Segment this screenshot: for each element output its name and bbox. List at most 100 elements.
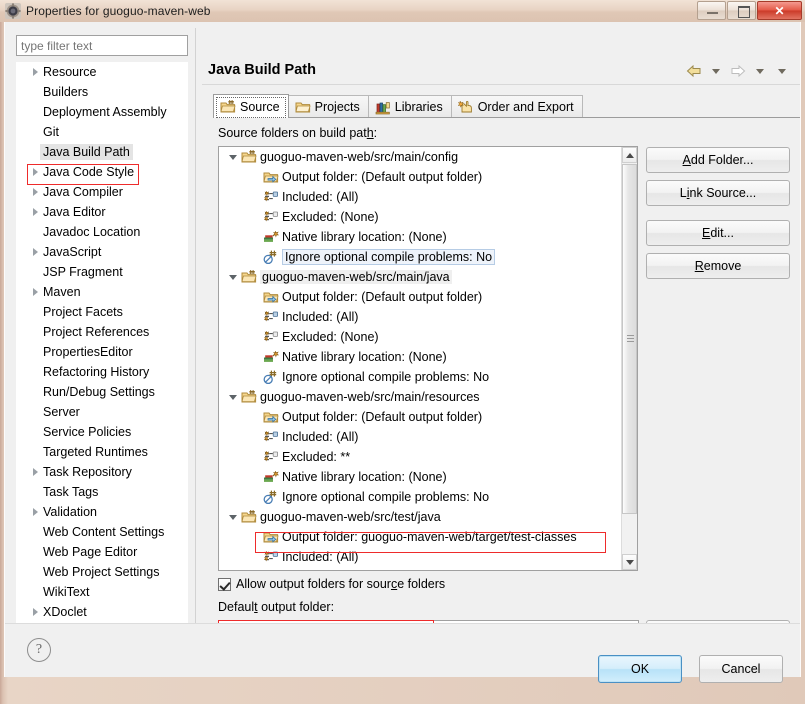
native-library-icon [263, 229, 280, 245]
source-folder-row[interactable]: guoguo-maven-web/src/main/java [219, 267, 621, 287]
collapse-arrow-icon[interactable] [225, 394, 241, 400]
sidebar-item-run-debug-settings[interactable]: Run/Debug Settings [16, 382, 188, 402]
window-title: Properties for guoguo-maven-web [26, 4, 211, 18]
view-menu-chevron-down-icon[interactable] [772, 62, 792, 80]
source-folder-attribute-row[interactable]: Included: (All) [219, 427, 621, 447]
order-export-icon [457, 99, 474, 115]
source-folder-attribute-row[interactable]: Output folder: (Default output folder) [219, 167, 621, 187]
source-folder-row[interactable]: guoguo-maven-web/src/test/java [219, 507, 621, 527]
sidebar-item-project-references[interactable]: Project References [16, 322, 188, 342]
source-folder-attribute-row[interactable]: Ignore optional compile problems: No [219, 487, 621, 507]
sidebar-item-web-project-settings[interactable]: Web Project Settings [16, 562, 188, 582]
sidebar-item-java-compiler[interactable]: Java Compiler [16, 182, 188, 202]
sidebar-item-label: Java Code Style [43, 165, 135, 179]
tab-projects[interactable]: Projects [287, 95, 369, 118]
sidebar-item-maven[interactable]: Maven [16, 282, 188, 302]
source-folders-list[interactable]: guoguo-maven-web/src/main/config Output f… [218, 146, 638, 571]
properties-gear-icon [5, 3, 21, 19]
back-menu-chevron-down-icon[interactable] [706, 62, 726, 80]
sidebar-item-web-content-settings[interactable]: Web Content Settings [16, 522, 188, 542]
sidebar-item-web-page-editor[interactable]: Web Page Editor [16, 542, 188, 562]
sidebar-item-task-tags[interactable]: Task Tags [16, 482, 188, 502]
allow-output-folders-checkbox[interactable]: Allow output folders for source folders [218, 577, 445, 591]
collapse-arrow-icon[interactable] [225, 154, 241, 160]
sidebar-item-resource[interactable]: Resource [16, 62, 188, 82]
sidebar-item-builders[interactable]: Builders [16, 82, 188, 102]
collapse-arrow-icon[interactable] [225, 514, 241, 520]
dialog-window: Properties for guoguo-maven-web ✕ Resour… [0, 0, 805, 704]
sidebar-item-validation[interactable]: Validation [16, 502, 188, 522]
edit-button[interactable]: Edit... [646, 220, 790, 246]
add-folder-button[interactable]: Add Folder... [646, 147, 790, 173]
sidebar-item-deployment-assembly[interactable]: Deployment Assembly [16, 102, 188, 122]
forward-arrow-icon[interactable] [728, 62, 748, 80]
scroll-down-button[interactable] [622, 554, 637, 570]
source-folder-attribute-row[interactable]: Included: (All) [219, 547, 621, 567]
source-folder-row[interactable]: guoguo-maven-web/src/main/config [219, 147, 621, 167]
source-folder-attribute-row[interactable]: Excluded: ** [219, 447, 621, 467]
minimize-button[interactable] [697, 1, 726, 20]
sidebar-item-project-facets[interactable]: Project Facets [16, 302, 188, 322]
source-folder-attribute-row[interactable]: Included: (All) [219, 307, 621, 327]
sidebar-item-java-build-path[interactable]: Java Build Path [16, 142, 188, 162]
filter-input[interactable] [16, 35, 188, 56]
forward-menu-chevron-down-icon[interactable] [750, 62, 770, 80]
source-folder-attribute-row[interactable]: Output folder: (Default output folder) [219, 407, 621, 427]
sidebar-item-targeted-runtimes[interactable]: Targeted Runtimes [16, 442, 188, 462]
list-vertical-scrollbar[interactable] [621, 147, 637, 570]
collapse-arrow-icon[interactable] [225, 274, 241, 280]
sidebar-item-server[interactable]: Server [16, 402, 188, 422]
expand-arrow-icon [28, 168, 42, 176]
sidebar-item-label: Validation [43, 505, 97, 519]
sidebar-item-javascript[interactable]: JavaScript [16, 242, 188, 262]
sidebar-item-wikitext[interactable]: WikiText [16, 582, 188, 602]
scrollbar-thumb[interactable] [622, 164, 637, 514]
source-folder-attribute-row[interactable]: Excluded: (None) [219, 327, 621, 347]
tab-label: Order and Export [477, 100, 574, 114]
sidebar-item-xdoclet[interactable]: XDoclet [16, 602, 188, 622]
settings-tree[interactable]: Resource Builders Deployment Assembly Git Ja… [16, 62, 188, 660]
scrollbar-grip-icon [627, 335, 634, 343]
chevron-down-icon [229, 154, 237, 160]
sidebar-item-propertieseditor[interactable]: PropertiesEditor [16, 342, 188, 362]
included-icon [263, 189, 279, 205]
back-arrow-icon[interactable] [684, 62, 704, 80]
sidebar-item-refactoring-history[interactable]: Refactoring History [16, 362, 188, 382]
source-folder-icon [241, 269, 257, 285]
source-folder-row[interactable]: guoguo-maven-web/src/main/resources [219, 387, 621, 407]
source-folder-attribute-row[interactable]: Ignore optional compile problems: No [219, 247, 621, 267]
sidebar-item-jsp-fragment[interactable]: JSP Fragment [16, 262, 188, 282]
expand-arrow-icon [28, 468, 42, 476]
chevron-down-icon [229, 274, 237, 280]
help-question-icon[interactable]: ? [27, 638, 51, 662]
source-folder-attribute-row[interactable]: Native library location: (None) [219, 347, 621, 367]
expand-arrow-icon [28, 608, 42, 616]
ok-button[interactable]: OK [598, 655, 682, 683]
source-folder-label: guoguo-maven-web/src/main/config [260, 150, 459, 164]
sidebar-item-java-code-style[interactable]: Java Code Style [16, 162, 188, 182]
source-folder-attribute-row[interactable]: Included: (All) [219, 187, 621, 207]
source-folder-attribute-row[interactable]: Output folder: guoguo-maven-web/target/t… [219, 527, 621, 547]
cancel-button[interactable]: Cancel [699, 655, 783, 683]
page-title: Java Build Path [208, 62, 316, 78]
sidebar-item-git[interactable]: Git [16, 122, 188, 142]
source-folder-attribute-row[interactable]: Native library location: (None) [219, 227, 621, 247]
maximize-button[interactable] [727, 1, 756, 20]
source-folder-attribute-row[interactable]: Native library location: (None) [219, 467, 621, 487]
expand-arrow-icon [28, 68, 42, 76]
sidebar-item-javadoc-location[interactable]: Javadoc Location [16, 222, 188, 242]
remove-button[interactable]: Remove [646, 253, 790, 279]
sidebar-item-service-policies[interactable]: Service Policies [16, 422, 188, 442]
scroll-up-button[interactable] [622, 147, 637, 163]
sidebar-item-java-editor[interactable]: Java Editor [16, 202, 188, 222]
source-folder-attribute-row[interactable]: Output folder: (Default output folder) [219, 287, 621, 307]
tab-source[interactable]: Source [213, 94, 289, 118]
close-button[interactable]: ✕ [757, 1, 802, 20]
link-source-button[interactable]: Link Source... [646, 180, 790, 206]
tab-order-and-export[interactable]: Order and Export [450, 95, 583, 118]
sidebar-item-task-repository[interactable]: Task Repository [16, 462, 188, 482]
tab-libraries[interactable]: Libraries [367, 95, 452, 118]
source-folder-attribute-row[interactable]: Excluded: (None) [219, 207, 621, 227]
source-folder-attribute-row[interactable]: Ignore optional compile problems: No [219, 367, 621, 387]
excluded-icon [263, 209, 279, 225]
